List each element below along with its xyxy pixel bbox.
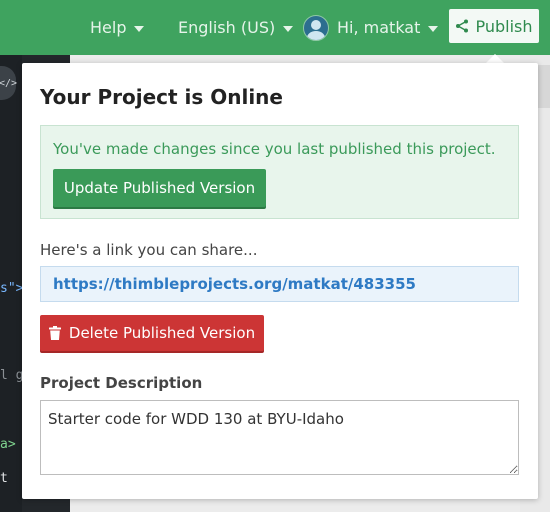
user-menu[interactable]: Hi, matkat: [303, 0, 439, 55]
publish-dialog: Your Project is Online You've made chang…: [22, 63, 538, 499]
publish-button[interactable]: Publish: [449, 9, 539, 43]
share-label: Here's a link you can share...: [40, 241, 258, 259]
avatar: [303, 14, 329, 41]
top-navigation-bar: Help English (US) Hi, matkat Publish: [0, 0, 550, 55]
changes-message: You've made changes since you last publi…: [53, 140, 496, 158]
user-greeting: Hi, matkat: [337, 18, 421, 37]
chevron-down-icon: [134, 25, 145, 32]
dialog-title: Your Project is Online: [40, 85, 283, 109]
description-textarea[interactable]: Starter code for WDD 130 at BYU-Idaho: [40, 400, 519, 475]
share-icon: [456, 19, 469, 33]
update-published-version-button[interactable]: Update Published Version: [53, 169, 266, 207]
language-menu[interactable]: English (US): [178, 0, 294, 55]
language-label: English (US): [178, 18, 276, 37]
trash-icon: [48, 326, 61, 340]
chevron-down-icon: [283, 25, 294, 32]
changes-notice: You've made changes since you last publi…: [40, 125, 519, 219]
code-fragment: l g: [0, 368, 24, 383]
share-url-link[interactable]: https://thimbleprojects.org/matkat/48335…: [53, 275, 416, 293]
help-menu[interactable]: Help: [90, 0, 145, 55]
chevron-down-icon: [428, 25, 439, 32]
code-fragment: t: [0, 471, 8, 486]
delete-button-label: Delete Published Version: [68, 324, 256, 342]
code-fragment: a>: [0, 437, 16, 452]
update-button-label: Update Published Version: [63, 179, 256, 197]
delete-published-version-button[interactable]: Delete Published Version: [40, 315, 264, 351]
description-label: Project Description: [40, 374, 203, 392]
share-link-box: https://thimbleprojects.org/matkat/48335…: [40, 266, 519, 302]
help-label: Help: [90, 18, 127, 37]
publish-label: Publish: [475, 16, 533, 36]
code-fragment: s">: [0, 281, 24, 296]
